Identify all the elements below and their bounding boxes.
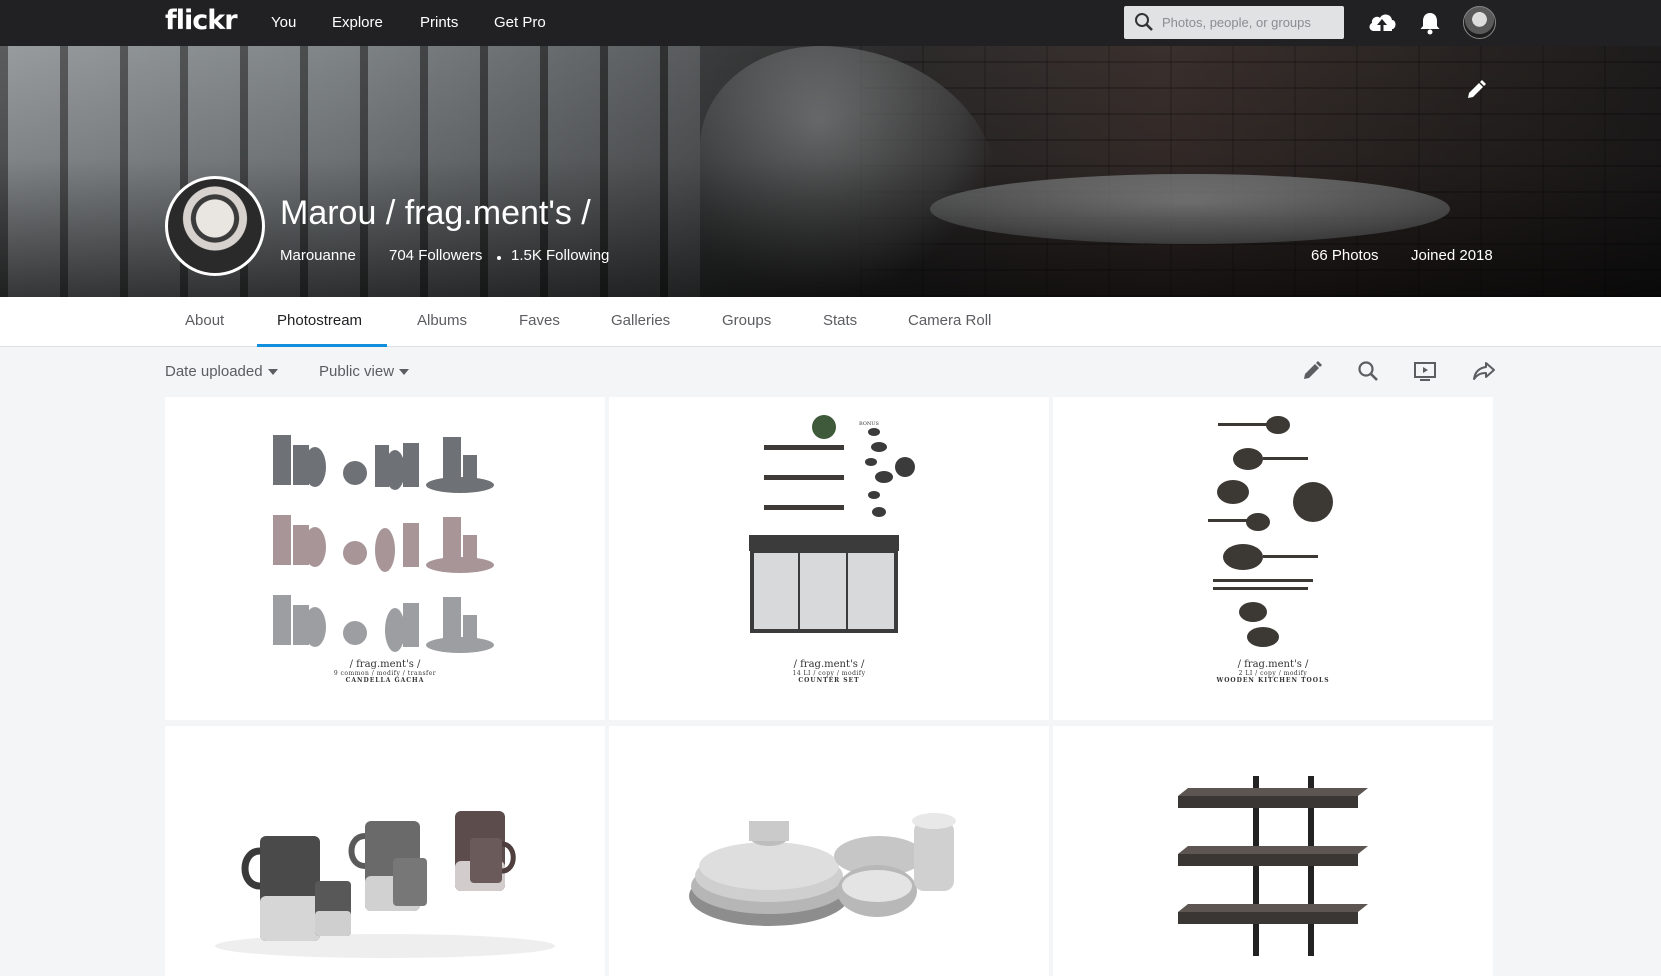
chevron-down-icon [399,369,410,376]
photo-tile[interactable]: BONUS / frag.ment's / 14 LI / copy / mod… [609,397,1049,720]
photo-tile[interactable] [609,726,1049,976]
tab-camera-roll[interactable]: Camera Roll [908,312,991,329]
photo-mugs-image [215,811,555,958]
tab-photostream[interactable]: Photostream [277,312,362,329]
share-icon[interactable] [1472,360,1496,382]
search-icon [1135,13,1153,31]
photo-count: 66 Photos [1311,247,1379,264]
nav-link-you[interactable]: You [271,14,296,31]
tab-groups[interactable]: Groups [722,312,771,329]
photo-caption-subtitle: 9 common / modify / transfer [333,670,437,677]
search-box [1124,6,1344,39]
search-input[interactable] [1162,6,1338,39]
pencil-icon[interactable] [1465,79,1487,101]
photo-tile[interactable]: / frag.ment's / 9 common / modify / tran… [165,397,605,720]
tab-galleries[interactable]: Galleries [611,312,670,329]
photo-counter-set-image [749,415,915,633]
profile-name: Marou / frag.ment's / [280,194,591,232]
photo-caption-title: / frag.ment's / [1237,659,1309,670]
photo-shelves-image [1178,776,1368,956]
slideshow-icon[interactable] [1413,360,1437,382]
photo-dishes-image [689,813,956,926]
pencil-icon[interactable] [1301,360,1323,382]
photo-caption-label: COUNTER SET [798,677,860,684]
bell-icon[interactable] [1419,11,1441,35]
tab-albums[interactable]: Albums [417,312,467,329]
tab-about[interactable]: About [185,312,224,329]
photo-caption: / frag.ment's / 14 LI / copy / modify CO… [609,659,1049,684]
nav-link-prints[interactable]: Prints [420,14,458,31]
photo-tile[interactable]: / frag.ment's / 2 LI / copy / modify WOO… [1053,397,1493,720]
sort-dropdown-label: Date uploaded [165,363,263,380]
photo-caption: / frag.ment's / 2 LI / copy / modify WOO… [1053,659,1493,684]
tab-stats[interactable]: Stats [823,312,857,329]
profile-tabs: About Photostream Albums Faves Galleries… [0,297,1661,347]
joined-date: Joined 2018 [1411,247,1493,264]
profile-avatar[interactable] [165,176,265,276]
search-icon[interactable] [1357,360,1379,382]
sort-dropdown[interactable]: Date uploaded [165,363,278,380]
nav-link-get-pro[interactable]: Get Pro [494,14,546,31]
photo-caption-label: CANDELLA GACHA [345,677,425,684]
photo-caption-title: / frag.ment's / [349,659,421,670]
photo-candles-image [273,435,494,653]
view-dropdown-label: Public view [319,363,395,380]
followers-link[interactable]: 704 Followers [389,247,482,264]
photo-caption-subtitle: 2 LI / copy / modify [1238,670,1308,677]
photo-caption-label: WOODEN KITCHEN TOOLS [1216,677,1330,684]
view-dropdown[interactable]: Public view [319,363,410,380]
separator-dot [497,256,501,260]
profile-username: Marouanne [280,247,356,264]
tab-faves[interactable]: Faves [519,312,560,329]
flickr-logo[interactable]: flickr [165,5,238,36]
cover-photo: Marou / frag.ment's / Marouanne 704 Foll… [0,46,1661,297]
photo-kitchen-tools-image [1208,416,1333,647]
upload-cloud-icon[interactable] [1367,10,1397,34]
active-tab-indicator [257,344,387,347]
photo-bonus-badge: BONUS [859,421,879,427]
photo-caption-title: / frag.ment's / [793,659,865,670]
photo-caption-subtitle: 14 LI / copy / modify [792,670,866,677]
nav-link-explore[interactable]: Explore [332,14,383,31]
following-link[interactable]: 1.5K Following [511,247,609,264]
top-navigation-bar: flickr You Explore Prints Get Pro [0,0,1661,46]
chevron-down-icon [267,369,278,376]
photo-caption: / frag.ment's / 9 common / modify / tran… [165,659,605,684]
photo-tile[interactable] [165,726,605,976]
user-avatar-menu[interactable] [1463,6,1496,39]
photo-tile[interactable] [1053,726,1493,976]
